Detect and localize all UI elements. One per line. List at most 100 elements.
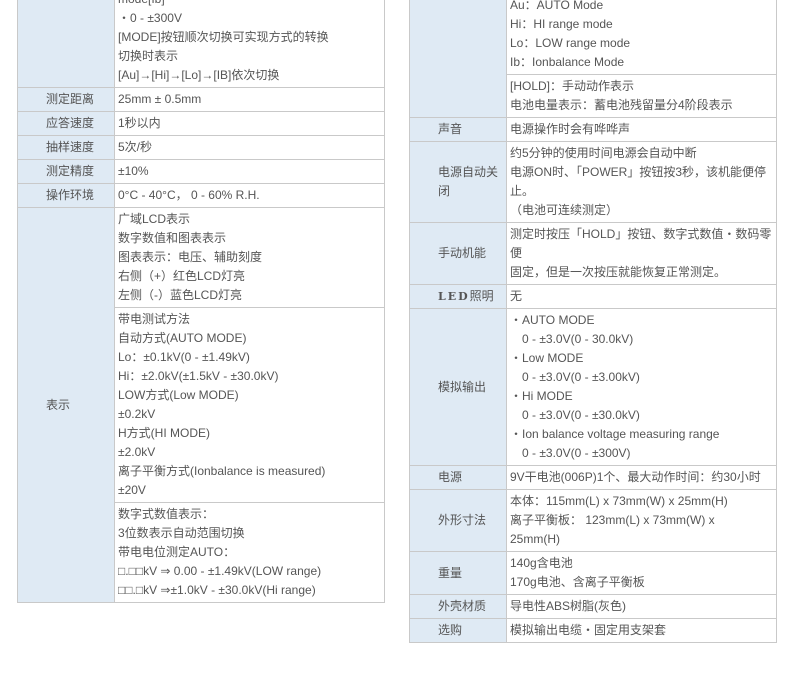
spec-label-analog-output: 模拟输出 (410, 309, 507, 465)
spec-value-line: 模拟输出电缆・固定用支架套 (510, 623, 667, 637)
spec-label-housing-material: 外壳材质 (410, 595, 507, 618)
spec-value-line: 离子平衡方式(Ionbalance is measured) (118, 464, 326, 478)
spec-value-line: Au：AUTO Mode (510, 0, 604, 12)
spec-value-line: 170g电池、含离子平衡板 (510, 575, 645, 589)
spec-row-dimensions: 外形寸法 本体：115mm(L) x 73mm(W) x 25mm(H) 离子平… (410, 489, 776, 551)
spec-value-line: 0 - ±3.0V(0 - ±3.00kV) (522, 370, 640, 384)
spec-label-auto-power-off: 电源自动关闭 (410, 142, 507, 222)
spec-value-measuring-distance: 25mm ± 0.5mm (115, 88, 384, 111)
spec-row-measuring-distance: 测定距离 25mm ± 0.5mm (18, 87, 384, 111)
spec-label-empty (410, 0, 507, 117)
spec-table-right: Au：AUTO Mode Hi：HI range mode Lo：LOW ran… (409, 0, 777, 643)
spec-value-line: 电源操作时会有哗哗声 (510, 122, 631, 136)
spec-value-block-modes: Au：AUTO Mode Hi：HI range mode Lo：LOW ran… (507, 0, 776, 74)
spec-value-line: H方式(HI MODE) (118, 426, 210, 440)
spec-row-sampling-rate: 抽样速度 5次/秒 (18, 135, 384, 159)
spec-value-line: ・Hi MODE (510, 389, 573, 403)
spec-value-line: ±20V (118, 483, 146, 497)
spec-row-response-speed: 应答速度 1秒以内 (18, 111, 384, 135)
spec-value-line: Hi：±2.0kV(±1.5kV - ±30.0kV) (118, 369, 279, 383)
spec-value-line: ・0 - ±300V (118, 11, 182, 25)
spec-value-auto-power-off: 约5分钟的使用时间电源会自动中断 电源ON时、「POWER」按钮按3秒，该机能便… (507, 142, 776, 222)
spec-value-line: □.□□kV ⇒ 0.00 - ±1.49kV(LOW range) (118, 564, 322, 578)
spec-value-power-supply: 9V干电池(006P)1个、最大动作时间：约30小时 (507, 466, 776, 489)
spec-value-line: [Au]→[Hi]→[Lo]→[IB]依次切换 (118, 68, 280, 82)
spec-value-line: 测定时按压「HOLD」按钮、数字式数值・数码零 (510, 227, 772, 241)
spec-row-power-supply: 电源 9V干电池(006P)1个、最大动作时间：约30小时 (410, 465, 776, 489)
spec-row-weight: 重量 140g含电池 170g电池、含离子平衡板 (410, 551, 776, 594)
spec-value-line: 0 - ±3.0V(0 - ±300V) (522, 446, 631, 460)
spec-row-mode-display: mode[Ib] ・0 - ±300V [MODE]按钮顺次切换可实现方式的转换… (18, 0, 384, 87)
spec-value-line: 9V干电池(006P)1个、最大动作时间：约30小时 (510, 470, 761, 484)
spec-row-accuracy: 测定精度 ±10% (18, 159, 384, 183)
spec-value-line: [MODE]按钮顺次切换可实现方式的转换 (118, 30, 329, 44)
spec-value-line: 止。 (510, 184, 535, 198)
spec-value-line: 右侧（+）红色LCD灯亮 (118, 269, 246, 283)
spec-value-line: 3位数表示自动范围切换 (118, 526, 245, 540)
spec-value-line: 数字数值和图表表示 (118, 231, 227, 245)
spec-label-accuracy: 测定精度 (18, 160, 115, 183)
spec-value-line: 本体：115mm(L) x 73mm(W) x 25mm(H) (510, 494, 728, 508)
spec-value-line: Lo：LOW range mode (510, 36, 631, 50)
spec-label-operating-environment: 操作环境 (18, 184, 115, 207)
spec-value-display-modes: Au：AUTO Mode Hi：HI range mode Lo：LOW ran… (507, 0, 776, 117)
spec-value-mode-display: mode[Ib] ・0 - ±300V [MODE]按钮顺次切换可实现方式的转换… (115, 0, 384, 87)
spec-value-line: 切换时表示 (118, 49, 179, 63)
spec-value-line: 电池电量表示：蓄电池残留量分4阶段表示 (510, 98, 733, 112)
spec-value-line: ・Ion balance voltage measuring range (510, 427, 720, 441)
spec-value-display: 广域LCD表示 数字数值和图表表示 图表表示：电压、辅助刻度 右侧（+）红色LC… (115, 208, 384, 602)
spec-value-line: （电池可连续测定） (510, 203, 619, 217)
spec-label-hold-function: 手动机能 (410, 223, 507, 284)
spec-value-dimensions: 本体：115mm(L) x 73mm(W) x 25mm(H) 离子平衡板： 1… (507, 490, 776, 551)
spec-value-line: 电源ON时、「POWER」按钮按3秒，该机能便停 (510, 165, 767, 179)
spec-value-line: 自动方式(AUTO MODE) (118, 331, 247, 345)
spec-row-display: 表示 广域LCD表示 数字数值和图表表示 图表表示：电压、辅助刻度 右侧（+）红… (18, 207, 384, 602)
spec-label-options: 选购 (410, 619, 507, 642)
spec-label-led-lighting: LED照明 (410, 285, 507, 308)
spec-value-line: 数字式数值表示： (118, 507, 215, 521)
spec-label-dimensions: 外形寸法 (410, 490, 507, 551)
spec-value-line: 带电测试方法 (118, 312, 191, 326)
spec-row-sound: 声音 电源操作时会有哗哗声 (410, 117, 776, 141)
spec-label-display: 表示 (18, 208, 115, 602)
spec-value-sound: 电源操作时会有哗哗声 (507, 118, 776, 141)
spec-value-line: ・AUTO MODE (510, 313, 595, 327)
spec-value-line: Hi：HI range mode (510, 17, 613, 31)
spec-value-response-speed: 1秒以内 (115, 112, 384, 135)
spec-value-line: mode[Ib] (118, 0, 381, 9)
spec-value-block: mode[Ib] ・0 - ±300V [MODE]按钮顺次切换可实现方式的转换… (115, 0, 384, 87)
spec-value-line: ±10% (118, 164, 149, 178)
spec-value-accuracy: ±10% (115, 160, 384, 183)
spec-value-line: 固定，但是一次按压就能恢复正常测定。 (510, 265, 727, 279)
spec-row-operating-environment: 操作环境 0°C - 40°C， 0 - 60% R.H. (18, 183, 384, 207)
spec-value-line: 140g含电池 (510, 556, 573, 570)
spec-value-line: 无 (510, 289, 523, 303)
spec-value-housing-material: 导电性ABS树脂(灰色) (507, 595, 776, 618)
spec-label-power-supply: 电源 (410, 466, 507, 489)
spec-value-line: 左侧（-）蓝色LCD灯亮 (118, 288, 243, 302)
spec-value-options: 模拟输出电缆・固定用支架套 (507, 619, 776, 642)
spec-value-line: 25mm ± 0.5mm (118, 92, 202, 106)
spec-value-led-lighting: 无 (507, 285, 776, 308)
spec-row-options: 选购 模拟输出电缆・固定用支架套 (410, 618, 776, 642)
spec-row-auto-power-off: 电源自动关闭 约5分钟的使用时间电源会自动中断 电源ON时、「POWER」按钮按… (410, 141, 776, 222)
spec-row-housing-material: 外壳材质 导电性ABS树脂(灰色) (410, 594, 776, 618)
spec-value-line: 25mm(H) (510, 532, 560, 546)
spec-value-line: 0 - ±3.0V(0 - ±30.0kV) (522, 408, 640, 422)
spec-row-hold-function: 手动机能 测定时按压「HOLD」按钮、数字式数值・数码零 便 固定，但是一次按压… (410, 222, 776, 284)
spec-label-sound: 声音 (410, 118, 507, 141)
spec-value-line: ±2.0kV (118, 445, 156, 459)
spec-label-measuring-distance: 测定距离 (18, 88, 115, 111)
spec-value-line: ・Low MODE (510, 351, 584, 365)
spec-value-line: 图表表示：电压、辅助刻度 (118, 250, 263, 264)
spec-value-line: □□.□kV ⇒±1.0kV - ±30.0kV(Hi range) (118, 583, 316, 597)
spec-value-line: 1秒以内 (118, 116, 161, 130)
spec-value-line: LOW方式(Low MODE) (118, 388, 239, 402)
spec-label-sampling-rate: 抽样速度 (18, 136, 115, 159)
spec-value-line: 导电性ABS树脂(灰色) (510, 599, 627, 613)
spec-value-line: 便 (510, 246, 523, 260)
spec-value-line: ±0.2kV (118, 407, 156, 421)
spec-value-block-test-method: 带电测试方法 自动方式(AUTO MODE) Lo：±0.1kV(0 - ±1.… (115, 307, 384, 502)
spec-value-line: 离子平衡板： 123mm(L) x 73mm(W) x (510, 513, 715, 527)
spec-value-line: 0 - ±3.0V(0 - 30.0kV) (522, 332, 634, 346)
